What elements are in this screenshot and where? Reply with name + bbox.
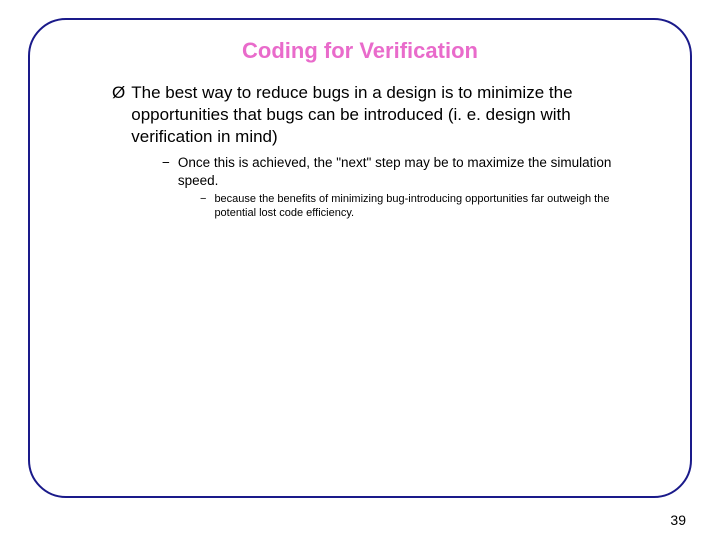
bullet-text-l3: because the benefits of minimizing bug-i… <box>214 193 650 221</box>
slide-frame: Coding for Verification Ø The best way t… <box>28 18 692 498</box>
bullet-level-1: Ø The best way to reduce bugs in a desig… <box>112 82 650 148</box>
slide-title: Coding for Verification <box>60 38 660 64</box>
bullet-text-l1: The best way to reduce bugs in a design … <box>131 82 650 148</box>
bullet-marker-l3: − <box>200 193 206 221</box>
bullet-text-l2: Once this is achieved, the "next" step m… <box>178 154 650 189</box>
bullet-marker-l1: Ø <box>112 82 125 148</box>
page-number: 39 <box>670 512 686 528</box>
bullet-level-2: − Once this is achieved, the "next" step… <box>162 154 650 189</box>
bullet-level-3: − because the benefits of minimizing bug… <box>200 193 650 221</box>
bullet-marker-l2: − <box>162 154 170 189</box>
